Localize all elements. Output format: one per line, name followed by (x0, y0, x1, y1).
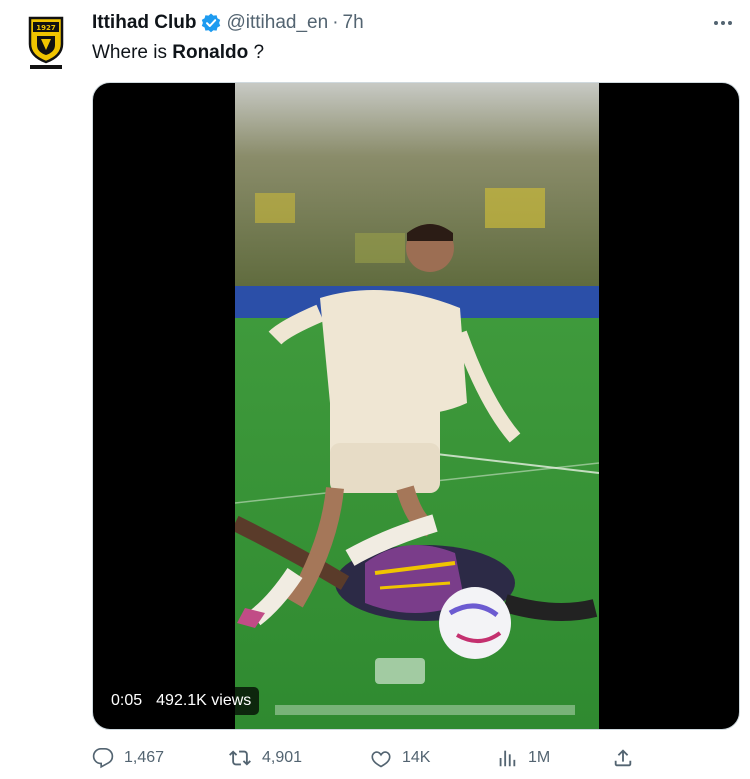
tweet-actions-bar: 1,467 4,901 14K 1M (92, 744, 642, 772)
timestamp[interactable]: 7h (343, 12, 364, 34)
reply-icon (92, 747, 114, 769)
video-stats-overlay: 0:05 492.1K views (103, 687, 260, 715)
tweet-text-bold: Ronaldo (172, 42, 249, 63)
heart-icon (370, 747, 392, 769)
like-button[interactable]: 14K (370, 744, 430, 772)
video-thumbnail-image (235, 83, 599, 729)
video-player[interactable]: 0:05 492.1K views (92, 82, 740, 730)
tweet-text: Where is Ronaldo ? (92, 41, 264, 65)
separator-dot: · (332, 12, 339, 33)
display-name[interactable]: Ittihad Club (92, 12, 196, 34)
like-count: 14K (402, 749, 431, 766)
verified-badge-icon (200, 12, 222, 34)
reply-count: 1,467 (124, 749, 165, 766)
user-handle[interactable]: @ittihad_en (226, 12, 328, 34)
view-count: 1M (528, 749, 551, 766)
repost-icon (228, 747, 252, 769)
tweet-text-prefix: Where is (92, 42, 173, 63)
share-button[interactable] (612, 744, 634, 772)
svg-text:1927: 1927 (36, 24, 56, 32)
tweet: 1927 Ittihad Club @ittihad_en · 7h Where… (0, 0, 750, 779)
video-duration: 0:05 (111, 692, 143, 709)
video-view-count: 492.1K views (156, 692, 252, 709)
share-icon (612, 747, 634, 769)
avatar[interactable]: 1927 (24, 14, 68, 70)
analytics-icon (496, 747, 518, 769)
views-button[interactable]: 1M (496, 744, 550, 772)
more-icon[interactable] (710, 10, 736, 36)
club-crest-icon: 1927 (28, 16, 64, 69)
tweet-text-suffix: ? (248, 42, 265, 63)
repost-count: 4,901 (262, 749, 303, 766)
video-frame[interactable] (235, 83, 599, 729)
tweet-header: Ittihad Club @ittihad_en · 7h (92, 11, 364, 35)
repost-button[interactable]: 4,901 (228, 744, 302, 772)
reply-button[interactable]: 1,467 (92, 744, 164, 772)
